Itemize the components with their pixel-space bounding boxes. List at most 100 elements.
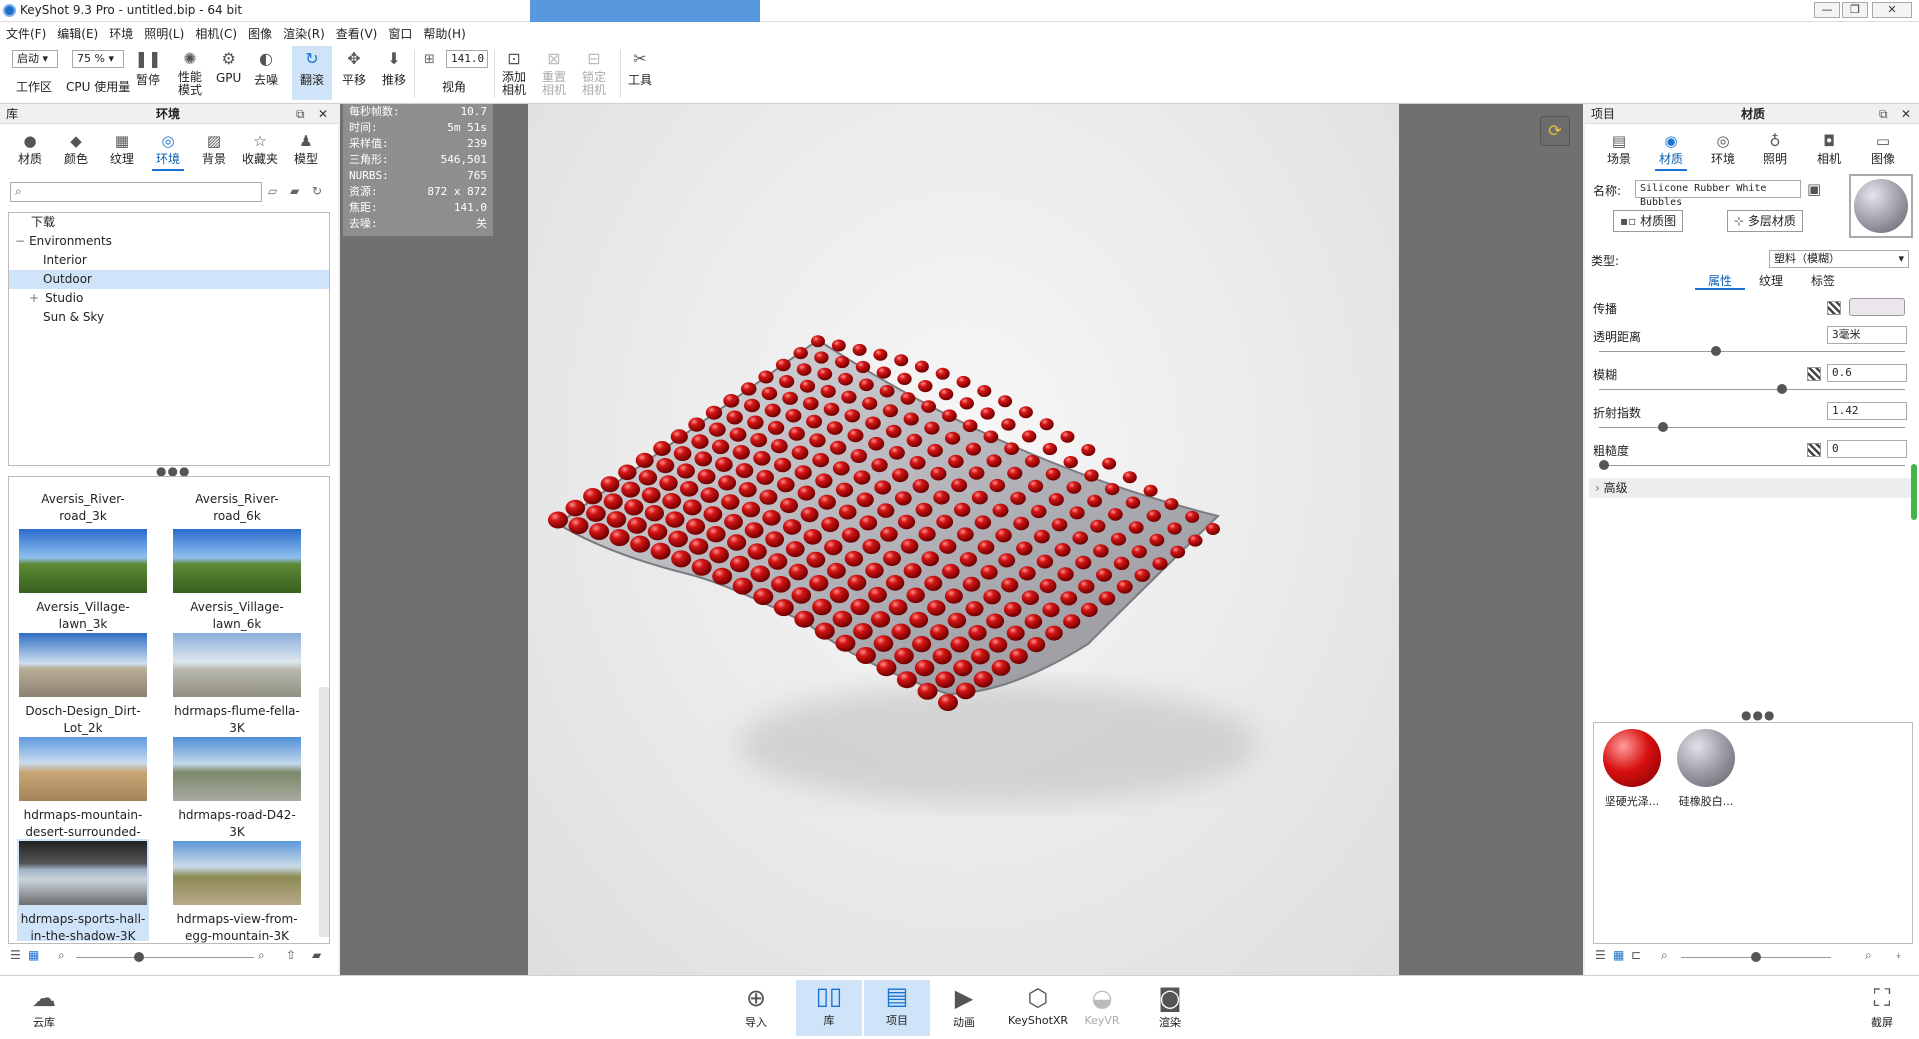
tools-button[interactable]: ✂ 工具 bbox=[628, 48, 652, 88]
thumbnail-item[interactable]: Aversis_Village-lawn_6k bbox=[173, 529, 301, 633]
lib-tab-textures[interactable]: ▦ 纹理 bbox=[110, 132, 134, 167]
zoom-out-icon[interactable]: ⌕ bbox=[1661, 948, 1668, 963]
pause-button[interactable]: ❚❚ 暂停 bbox=[135, 48, 162, 88]
proj-tab-scene[interactable]: ▤ 场景 bbox=[1607, 132, 1631, 167]
denoise-button[interactable]: ◐ 去噪 bbox=[254, 48, 278, 88]
save-icon[interactable]: ▣ bbox=[1807, 180, 1821, 198]
thumbnail-scrollbar[interactable] bbox=[319, 687, 329, 937]
import-button[interactable]: ⊕ 导入 bbox=[726, 982, 786, 1030]
refresh-icon[interactable]: ↻ bbox=[312, 184, 322, 198]
collapse-icon[interactable]: − bbox=[15, 234, 25, 248]
proj-tab-lighting[interactable]: ♁ 照明 bbox=[1763, 132, 1787, 167]
proj-tab-camera[interactable]: ◘ 相机 bbox=[1817, 132, 1841, 167]
upload-icon[interactable]: ⇧ bbox=[286, 948, 296, 962]
texture-toggle-icon[interactable] bbox=[1827, 301, 1841, 315]
grid-view-icon[interactable]: ▦ bbox=[1613, 948, 1624, 962]
material-graph-button[interactable]: ▪▫ 材质图 bbox=[1613, 210, 1684, 232]
menu-window[interactable]: 窗口 bbox=[388, 25, 412, 42]
slider-knob[interactable] bbox=[1658, 422, 1669, 432]
proj-tab-environment[interactable]: ◎ 环境 bbox=[1711, 132, 1735, 167]
slider-knob[interactable] bbox=[1751, 952, 1761, 962]
lib-tab-materials[interactable]: ● 材质 bbox=[18, 132, 42, 167]
dolly-button[interactable]: ⬇ 推移 bbox=[382, 48, 406, 88]
material-thumb-size-slider[interactable] bbox=[1681, 952, 1831, 962]
material-name-input[interactable]: Silicone Rubber White Bubbles bbox=[1635, 180, 1801, 208]
tree-item-sun-sky[interactable]: Sun & Sky bbox=[9, 308, 329, 327]
menu-help[interactable]: 帮助(H) bbox=[423, 25, 465, 42]
thumbnail-item-selected[interactable]: hdrmaps-sports-hall-in-the-shadow-3K bbox=[17, 839, 149, 943]
tumble-button[interactable]: ↻ 翻滚 bbox=[292, 46, 332, 100]
library-search-input[interactable]: ⌕ bbox=[10, 182, 262, 202]
material-type-select[interactable]: 塑料（模糊） ▾ bbox=[1769, 250, 1909, 268]
performance-mode-button[interactable]: ✺ 性能 模式 bbox=[178, 48, 202, 97]
project-toggle-button[interactable]: ▤ 项目 bbox=[864, 980, 930, 1036]
subtab-properties[interactable]: 属性 bbox=[1695, 272, 1745, 290]
slider-knob[interactable] bbox=[134, 952, 144, 962]
zoom-in-icon[interactable]: ⌕ bbox=[1865, 948, 1872, 963]
lib-tab-favorites[interactable]: ☆ 收藏夹 bbox=[242, 132, 278, 167]
thumbnail-size-slider[interactable] bbox=[76, 952, 254, 962]
gpu-button[interactable]: ⚙ GPU bbox=[216, 48, 241, 86]
render-canvas[interactable] bbox=[528, 104, 1399, 975]
thumbnail-item[interactable]: Aversis_River-road_6k bbox=[173, 491, 301, 525]
cloud-library-button[interactable]: ☁ 云库 bbox=[14, 982, 74, 1030]
add-camera-button[interactable]: ⊡ 添加 相机 bbox=[502, 48, 526, 97]
material-thumb[interactable]: 坚硬光泽... bbox=[1600, 729, 1664, 809]
tree-item-download[interactable]: 下载 bbox=[9, 213, 329, 232]
library-toggle-button[interactable]: ▯▯ 库 bbox=[796, 980, 862, 1036]
workspace-select[interactable]: 启动 ▾ bbox=[12, 50, 58, 68]
list-view-icon[interactable]: ☰ bbox=[1595, 948, 1606, 962]
tree-item-outdoor[interactable]: Outdoor bbox=[9, 270, 329, 289]
close-panel-icon[interactable]: ✕ bbox=[1901, 104, 1911, 124]
lib-tab-models[interactable]: ♟ 模型 bbox=[294, 132, 318, 167]
texture-toggle-icon[interactable] bbox=[1807, 443, 1821, 457]
maximize-button[interactable]: ❐ bbox=[1842, 2, 1868, 18]
menu-view[interactable]: 查看(V) bbox=[336, 25, 378, 42]
proj-tab-material[interactable]: ◉ 材质 bbox=[1654, 132, 1688, 171]
render-region-icon[interactable]: ⟳ bbox=[1540, 116, 1570, 146]
ior-slider[interactable] bbox=[1599, 422, 1905, 432]
animation-button[interactable]: ▶ 动画 bbox=[934, 982, 994, 1030]
lock-camera-button[interactable]: ⊟ 锁定 相机 bbox=[582, 48, 606, 97]
material-preview-frame[interactable] bbox=[1849, 174, 1913, 238]
roughness-input[interactable]: 0 bbox=[1827, 440, 1907, 458]
folder-import-icon[interactable]: ▰ bbox=[312, 948, 321, 962]
float-panel-icon[interactable]: ⧉ bbox=[296, 104, 305, 124]
render-button[interactable]: ◙ 渲染 bbox=[1140, 982, 1200, 1030]
tree-item-environments[interactable]: − Environments bbox=[9, 232, 329, 251]
proj-tab-image[interactable]: ▭ 图像 bbox=[1871, 132, 1895, 167]
menu-image[interactable]: 图像 bbox=[248, 25, 272, 42]
splitter-handle[interactable]: ●●● bbox=[1741, 708, 1775, 722]
roughness-slider[interactable] bbox=[1599, 460, 1905, 470]
material-thumb[interactable]: 硅橡胶白... bbox=[1674, 729, 1738, 809]
menu-environment[interactable]: 环境 bbox=[109, 25, 133, 42]
thumbnail-item[interactable]: Aversis_Village-lawn_3k bbox=[19, 529, 147, 633]
multi-material-button[interactable]: ⊹ 多层材质 bbox=[1727, 210, 1803, 232]
grid-view-icon[interactable]: ▦ bbox=[28, 948, 39, 962]
blur-slider[interactable] bbox=[1599, 384, 1905, 394]
thumbnail-item[interactable]: hdrmaps-road-D42-3K bbox=[173, 737, 301, 841]
keyvr-button[interactable]: ◒ KeyVR bbox=[1072, 982, 1132, 1027]
slider-knob[interactable] bbox=[1776, 384, 1787, 394]
tree-view-icon[interactable]: ⊏ bbox=[1631, 948, 1641, 962]
close-panel-icon[interactable]: ✕ bbox=[318, 104, 328, 124]
ior-input[interactable]: 1.42 bbox=[1827, 402, 1907, 420]
cpu-usage-select[interactable]: 75 % ▾ bbox=[72, 50, 124, 68]
lib-tab-colors[interactable]: ◆ 颜色 bbox=[64, 132, 88, 167]
lib-tab-backplates[interactable]: ▨ 背景 bbox=[202, 132, 226, 167]
expand-icon[interactable]: + bbox=[29, 291, 39, 305]
slider-knob[interactable] bbox=[1711, 346, 1722, 356]
transparency-slider[interactable] bbox=[1599, 346, 1905, 356]
thumbnail-item[interactable]: Dosch-Design_Dirt-Lot_2k bbox=[19, 633, 147, 737]
subtab-textures[interactable]: 纹理 bbox=[1751, 272, 1791, 289]
add-folder-icon[interactable]: ▰ bbox=[290, 184, 299, 198]
texture-toggle-icon[interactable] bbox=[1807, 367, 1821, 381]
menu-edit[interactable]: 编辑(E) bbox=[57, 25, 98, 42]
screenshot-button[interactable]: ⛶ 截屏 bbox=[1852, 982, 1912, 1030]
slider-knob[interactable] bbox=[1599, 460, 1609, 470]
fov-input[interactable]: 141.0 bbox=[446, 50, 488, 68]
list-view-icon[interactable]: ☰ bbox=[10, 948, 21, 962]
menu-camera[interactable]: 相机(C) bbox=[195, 25, 237, 42]
minimize-button[interactable]: — bbox=[1814, 2, 1840, 18]
menu-render[interactable]: 渲染(R) bbox=[283, 25, 325, 42]
